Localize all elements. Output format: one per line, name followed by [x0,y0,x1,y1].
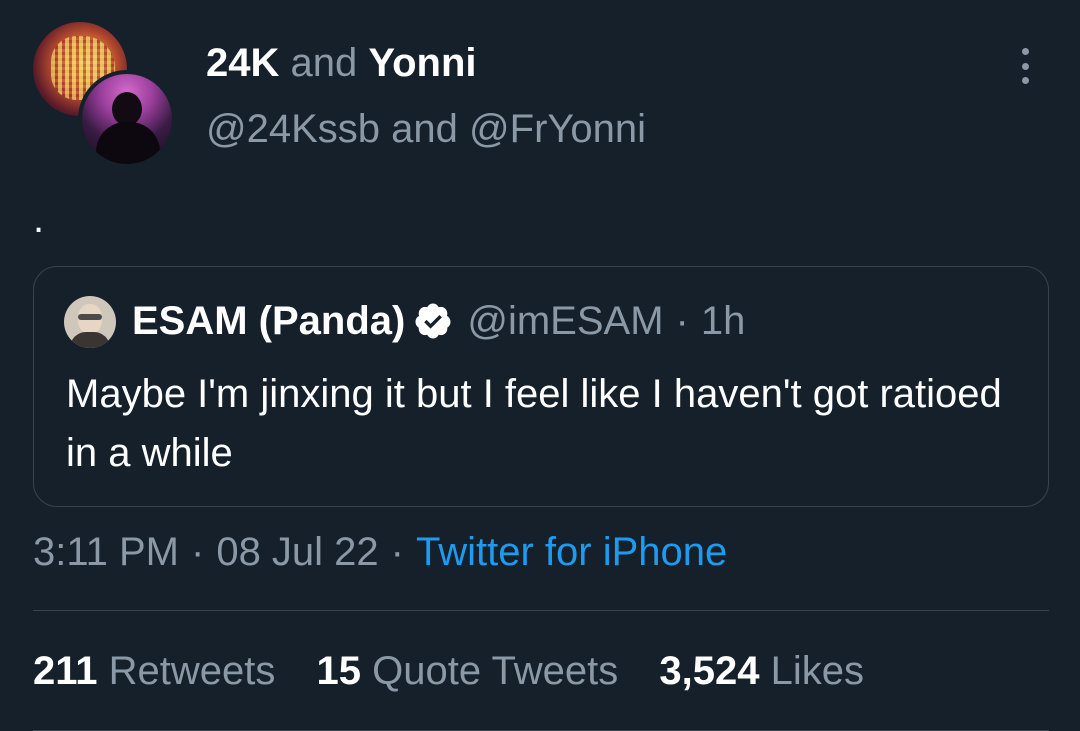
quote-tweets-label: Quote Tweets [372,649,619,693]
retweets-label: Retweets [108,649,276,693]
quoted-author-handle[interactable]: @imESAM [467,297,663,345]
quote-tweets-stat[interactable]: 15 Quote Tweets [317,649,619,693]
more-dot [1021,77,1029,84]
likes-stat[interactable]: 3,524 Likes [659,649,864,693]
more-dot [1021,62,1029,70]
tweet-source-link[interactable]: Twitter for iPhone [416,530,727,574]
more-dot [1021,48,1029,55]
author-names[interactable]: 24K and Yonni [206,40,477,86]
quote-tweets-count: 15 [316,649,362,693]
quoted-author-name[interactable]: ESAM (Panda) [132,297,405,345]
separator-dot: · [390,530,404,574]
avatar-yonni-head [112,92,142,126]
separator-dot: · [675,299,689,343]
author-handle-2[interactable]: @FrYonni [469,107,646,151]
tweet-time: 3:11 PM [33,530,179,574]
verified-badge-icon [415,303,451,339]
tweet-text: . [33,197,45,241]
separator-dot: · [191,530,205,574]
author-name-2[interactable]: Yonni [368,41,476,85]
quoted-tweet-text: Maybe I'm jinxing it but I feel like I h… [66,372,1002,475]
quoted-tweet-header: ESAM (Panda) @imESAM · 1h [132,297,745,345]
tweet-meta: 3:11 PM · 08 Jul 22 · Twitter for iPhone [33,528,727,576]
retweets-count: 211 [33,649,98,693]
more-options-icon[interactable] [1010,44,1040,88]
tweet-detail: 24K and Yonni @24Kssb and @FrYonni . ESA… [0,0,1080,731]
tweet-stats: 211 Retweets 15 Quote Tweets 3,524 Likes [33,647,864,695]
handle-connector: and [391,107,458,151]
quoted-avatar-body [70,332,110,348]
likes-count: 3,524 [659,649,760,693]
avatar-yonni-body [96,122,160,164]
author-handle-1[interactable]: @24Kssb [206,107,380,151]
likes-label: Likes [770,649,864,693]
avatar-yonni[interactable] [78,70,176,168]
author-name-1[interactable]: 24K [206,41,279,85]
quoted-avatar-glasses [78,314,102,320]
author-handles: @24Kssb and @FrYonni [206,106,646,152]
author-connector: and [290,41,358,85]
divider [33,610,1049,611]
quoted-author-avatar[interactable] [64,296,116,348]
retweets-stat[interactable]: 211 Retweets [33,649,275,693]
quoted-tweet-time[interactable]: 1h [701,297,746,345]
quoted-tweet-card[interactable]: ESAM (Panda) @imESAM · 1h Maybe I'm jinx… [33,266,1049,507]
tweet-date: 08 Jul 22 [216,530,379,574]
